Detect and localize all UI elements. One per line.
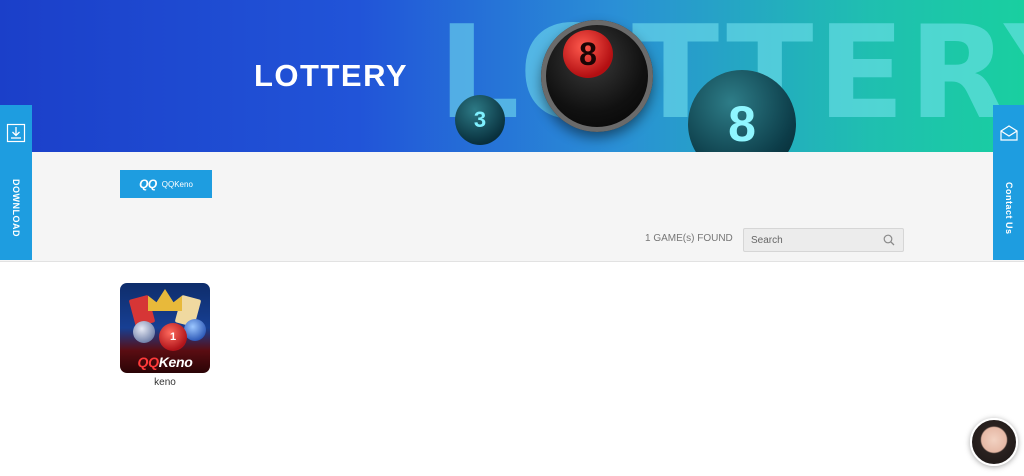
- filter-bar: QQ QQKeno 1 GAME(s) FOUND: [0, 152, 1024, 262]
- download-label-wrap: DOWNLOAD: [0, 163, 32, 253]
- download-side-tab[interactable]: DOWNLOAD: [0, 105, 32, 260]
- ball-number: 3: [473, 107, 487, 132]
- provider-logo: QQ: [139, 177, 157, 191]
- lottery-ball-big: 8: [541, 20, 653, 132]
- brand-suffix: Keno: [158, 354, 193, 370]
- keno-ball-icon: 1: [159, 323, 187, 351]
- search-box[interactable]: [743, 228, 904, 252]
- keno-ball-icon: [184, 319, 206, 341]
- lottery-page: LOTTERY LOTTERY 3 8 8 QQ QQKeno 1 GAME(s…: [0, 0, 1024, 476]
- brand-prefix: QQ: [137, 354, 159, 370]
- keno-ball-icon: [133, 321, 155, 343]
- ball-number: 8: [728, 96, 756, 152]
- game-thumb-brand: QQKeno: [120, 354, 210, 370]
- lottery-ball-small: 3: [455, 95, 505, 145]
- provider-tab-qqkeno[interactable]: QQ QQKeno: [120, 170, 212, 198]
- mail-icon: [1000, 125, 1018, 141]
- lottery-banner: LOTTERY LOTTERY 3 8 8: [0, 0, 1024, 152]
- contact-side-tab[interactable]: Contact Us: [993, 105, 1024, 260]
- search-input[interactable]: [744, 229, 874, 251]
- lottery-ball-right: 8: [688, 70, 796, 152]
- banner-title: LOTTERY: [254, 58, 409, 93]
- download-label: DOWNLOAD: [11, 179, 21, 237]
- game-name[interactable]: keno: [120, 377, 210, 388]
- search-icon[interactable]: [883, 234, 895, 246]
- contact-label-wrap: Contact Us: [993, 163, 1024, 253]
- ball-number: 8: [579, 36, 597, 72]
- download-icon: [6, 123, 26, 143]
- game-card-keno[interactable]: 1 QQKeno keno: [120, 283, 210, 388]
- provider-label: QQKeno: [161, 179, 193, 189]
- games-found-count: 1 GAME(s) FOUND: [645, 233, 733, 244]
- ball-red-face: 8: [563, 30, 613, 78]
- contact-label: Contact Us: [1004, 181, 1014, 235]
- game-thumbnail[interactable]: 1 QQKeno: [120, 283, 210, 373]
- crown-icon: [148, 289, 182, 311]
- chat-avatar-icon[interactable]: [970, 418, 1018, 466]
